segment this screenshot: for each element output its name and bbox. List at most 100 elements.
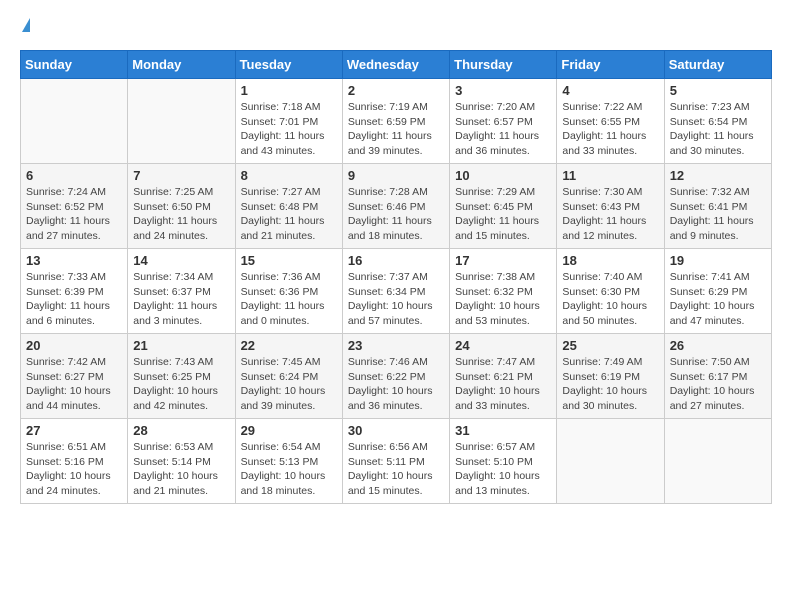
daylight-label: Daylight: [241,385,282,397]
calendar-cell: 10 Sunrise: 7:29 AM Sunset: 6:45 PM Dayl… [450,164,557,249]
day-number: 2 [348,83,444,98]
daylight-label: Daylight: [455,215,496,227]
daylight-label: Daylight: [348,130,389,142]
sunrise-label: Sunrise: [562,271,601,283]
day-number: 25 [562,338,658,353]
sunrise-label: Sunrise: [133,271,172,283]
sunrise-label: Sunrise: [133,356,172,368]
weekday-header: Saturday [664,51,771,79]
calendar-cell: 27 Sunrise: 6:51 AM Sunset: 5:16 PM Dayl… [21,419,128,504]
day-info: Sunrise: 7:25 AM Sunset: 6:50 PM Dayligh… [133,185,229,244]
weekday-header: Sunday [21,51,128,79]
daylight-label: Daylight: [562,385,603,397]
sunrise-label: Sunrise: [241,356,280,368]
sunset-label: Sunset: [26,201,62,213]
day-number: 26 [670,338,766,353]
daylight-label: Daylight: [133,470,174,482]
sunset-label: Sunset: [133,456,169,468]
daylight-label: Daylight: [455,385,496,397]
day-number: 17 [455,253,551,268]
day-number: 31 [455,423,551,438]
sunrise-label: Sunrise: [455,186,494,198]
day-info: Sunrise: 6:57 AM Sunset: 5:10 PM Dayligh… [455,440,551,499]
daylight-label: Daylight: [241,470,282,482]
daylight-label: Daylight: [455,130,496,142]
sunrise-label: Sunrise: [26,356,65,368]
calendar-cell: 13 Sunrise: 7:33 AM Sunset: 6:39 PM Dayl… [21,249,128,334]
calendar-cell: 18 Sunrise: 7:40 AM Sunset: 6:30 PM Dayl… [557,249,664,334]
day-info: Sunrise: 6:54 AM Sunset: 5:13 PM Dayligh… [241,440,337,499]
calendar-cell: 7 Sunrise: 7:25 AM Sunset: 6:50 PM Dayli… [128,164,235,249]
day-number: 6 [26,168,122,183]
day-info: Sunrise: 7:49 AM Sunset: 6:19 PM Dayligh… [562,355,658,414]
day-info: Sunrise: 7:46 AM Sunset: 6:22 PM Dayligh… [348,355,444,414]
calendar-cell: 3 Sunrise: 7:20 AM Sunset: 6:57 PM Dayli… [450,79,557,164]
day-number: 16 [348,253,444,268]
day-info: Sunrise: 7:42 AM Sunset: 6:27 PM Dayligh… [26,355,122,414]
daylight-label: Daylight: [562,130,603,142]
day-number: 7 [133,168,229,183]
calendar-cell: 14 Sunrise: 7:34 AM Sunset: 6:37 PM Dayl… [128,249,235,334]
sunset-label: Sunset: [241,371,277,383]
calendar-cell: 23 Sunrise: 7:46 AM Sunset: 6:22 PM Dayl… [342,334,449,419]
day-info: Sunrise: 7:32 AM Sunset: 6:41 PM Dayligh… [670,185,766,244]
daylight-label: Daylight: [26,470,67,482]
day-number: 24 [455,338,551,353]
calendar-cell: 20 Sunrise: 7:42 AM Sunset: 6:27 PM Dayl… [21,334,128,419]
calendar-cell: 15 Sunrise: 7:36 AM Sunset: 6:36 PM Dayl… [235,249,342,334]
sunset-label: Sunset: [241,201,277,213]
day-info: Sunrise: 7:28 AM Sunset: 6:46 PM Dayligh… [348,185,444,244]
day-info: Sunrise: 7:37 AM Sunset: 6:34 PM Dayligh… [348,270,444,329]
daylight-label: Daylight: [241,300,282,312]
calendar-cell: 12 Sunrise: 7:32 AM Sunset: 6:41 PM Dayl… [664,164,771,249]
day-number: 18 [562,253,658,268]
day-number: 10 [455,168,551,183]
day-info: Sunrise: 7:40 AM Sunset: 6:30 PM Dayligh… [562,270,658,329]
day-number: 19 [670,253,766,268]
calendar-week-row: 6 Sunrise: 7:24 AM Sunset: 6:52 PM Dayli… [21,164,772,249]
calendar-cell [21,79,128,164]
sunset-label: Sunset: [348,201,384,213]
day-info: Sunrise: 6:56 AM Sunset: 5:11 PM Dayligh… [348,440,444,499]
sunset-label: Sunset: [670,371,706,383]
calendar-cell: 22 Sunrise: 7:45 AM Sunset: 6:24 PM Dayl… [235,334,342,419]
day-number: 8 [241,168,337,183]
sunrise-label: Sunrise: [670,271,709,283]
day-number: 4 [562,83,658,98]
sunrise-label: Sunrise: [670,356,709,368]
daylight-label: Daylight: [670,300,711,312]
sunset-label: Sunset: [670,286,706,298]
daylight-label: Daylight: [670,130,711,142]
sunset-label: Sunset: [455,116,491,128]
sunset-label: Sunset: [562,286,598,298]
day-number: 23 [348,338,444,353]
sunset-label: Sunset: [348,371,384,383]
calendar-week-row: 27 Sunrise: 6:51 AM Sunset: 5:16 PM Dayl… [21,419,772,504]
calendar-cell: 25 Sunrise: 7:49 AM Sunset: 6:19 PM Dayl… [557,334,664,419]
sunrise-label: Sunrise: [670,101,709,113]
day-info: Sunrise: 7:50 AM Sunset: 6:17 PM Dayligh… [670,355,766,414]
sunset-label: Sunset: [455,371,491,383]
sunrise-label: Sunrise: [562,356,601,368]
daylight-label: Daylight: [348,470,389,482]
day-number: 27 [26,423,122,438]
sunset-label: Sunset: [133,201,169,213]
calendar-cell: 2 Sunrise: 7:19 AM Sunset: 6:59 PM Dayli… [342,79,449,164]
sunrise-label: Sunrise: [348,271,387,283]
day-info: Sunrise: 7:18 AM Sunset: 7:01 PM Dayligh… [241,100,337,159]
calendar-cell: 4 Sunrise: 7:22 AM Sunset: 6:55 PM Dayli… [557,79,664,164]
daylight-label: Daylight: [26,215,67,227]
day-number: 29 [241,423,337,438]
sunrise-label: Sunrise: [348,101,387,113]
calendar-cell: 6 Sunrise: 7:24 AM Sunset: 6:52 PM Dayli… [21,164,128,249]
sunrise-label: Sunrise: [26,186,65,198]
calendar-cell: 21 Sunrise: 7:43 AM Sunset: 6:25 PM Dayl… [128,334,235,419]
daylight-label: Daylight: [455,300,496,312]
day-info: Sunrise: 7:34 AM Sunset: 6:37 PM Dayligh… [133,270,229,329]
calendar-body: 1 Sunrise: 7:18 AM Sunset: 7:01 PM Dayli… [21,79,772,504]
daylight-label: Daylight: [562,215,603,227]
calendar-week-row: 20 Sunrise: 7:42 AM Sunset: 6:27 PM Dayl… [21,334,772,419]
sunset-label: Sunset: [562,201,598,213]
daylight-label: Daylight: [670,385,711,397]
sunset-label: Sunset: [455,286,491,298]
